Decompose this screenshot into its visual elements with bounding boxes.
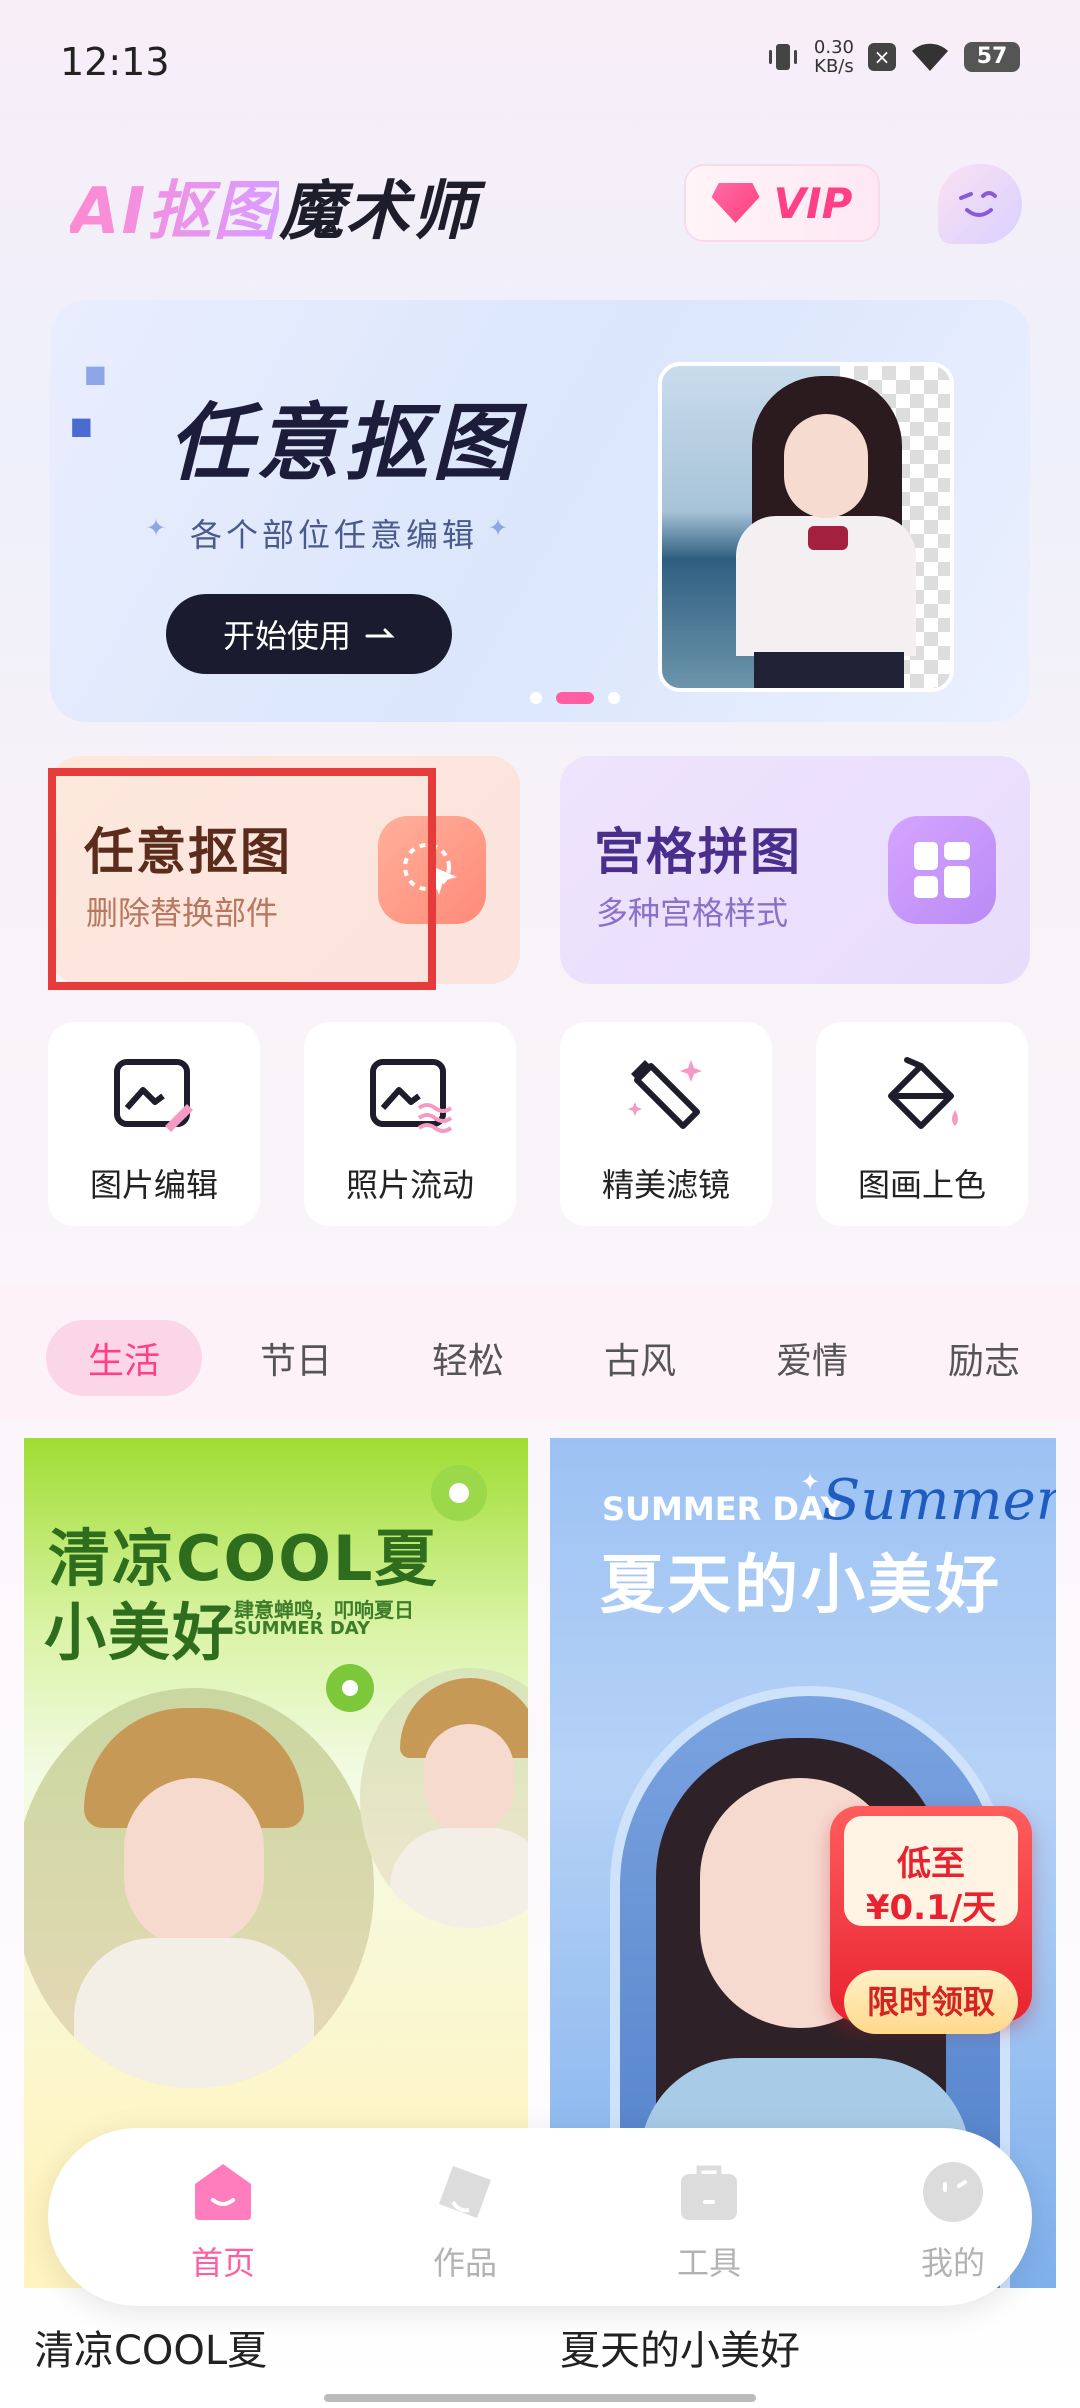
tool-photo-flow[interactable]: 照片流动 [304,1022,516,1226]
flower-icon [326,1664,374,1712]
toolbox-icon [681,2165,737,2220]
tab-life[interactable]: 生活 [46,1320,202,1396]
sparkle-icon: ■ [84,360,107,388]
template-caption: 清凉COOL夏 [34,2328,268,2374]
grid-collage-icon [888,816,996,924]
status-bar: 12:13 0.30 KB/s × 57 [0,0,1080,120]
promo-coupon[interactable]: 低至 ¥0.1/天 限时领取 [830,1806,1032,2056]
tool-filter[interactable]: 精美滤镜 [560,1022,772,1226]
tool-label: 照片流动 [345,1166,474,1204]
start-button[interactable]: 开始使用 [166,594,452,674]
banner-photo [658,362,954,692]
page-dot [608,692,620,704]
app-title-ai: AI抠图 [70,175,280,249]
tab-inspiration[interactable]: 励志 [906,1320,1062,1396]
promo-price: ¥0.1/天 [865,1888,997,1928]
battery-icon: 57 [964,42,1020,72]
template-script-text: Summer [822,1468,1056,1533]
promo-banner[interactable]: ■ ■ 任意抠图 ✦ 各个部位任意编辑 ✦ 开始使用 [50,300,1030,722]
nav-label: 工具 [676,2244,741,2282]
nav-works[interactable]: 作品 [390,2160,540,2282]
nav-label: 我的 [920,2244,985,2282]
wink-face-icon [959,191,997,217]
works-icon [439,2166,491,2218]
tab-festival[interactable]: 节日 [218,1320,374,1396]
paint-bucket-icon [888,1057,958,1129]
photo-figure-skirt [754,652,904,688]
home-indicator[interactable] [324,2394,756,2402]
tab-love[interactable]: 爱情 [734,1320,890,1396]
sparkle-icon: ✦ [146,514,167,542]
status-time: 12:13 [60,40,170,84]
feature-card-grid-collage[interactable]: 宫格拼图 多种宫格样式 [560,756,1030,984]
feature-card-title: 宫格拼图 [594,823,802,881]
nav-tools[interactable]: 工具 [634,2160,784,2282]
page-dot-active [556,692,594,704]
tab-relaxed[interactable]: 轻松 [390,1320,546,1396]
arrow-right-icon [365,628,395,638]
bottom-nav: 首页 作品 工具 我的 [48,2128,1032,2306]
nav-label: 作品 [432,2244,497,2282]
tool-image-edit[interactable]: 图片编辑 [48,1022,260,1226]
sparkle-icon: ✦ [800,1468,821,1496]
page-dot [530,692,542,704]
photo-figure-face [784,414,868,518]
filter-wand-icon [628,1060,702,1129]
profile-icon [923,2162,983,2222]
banner-title: 任意抠图 [168,394,521,492]
template-headline-2: 小美好 [44,1596,237,1669]
promo-price-panel: 低至 ¥0.1/天 [844,1816,1018,1928]
photo-figure-bow [808,526,848,550]
diamond-icon [711,183,760,223]
start-button-label: 开始使用 [222,617,351,655]
no-sim-icon: × [868,43,896,71]
template-photo-circle [24,1688,374,2088]
vip-label: VIP [773,178,853,228]
image-edit-icon [114,1059,193,1132]
template-headline: 夏天的小美好 [600,1549,1002,1623]
banner-page-indicator [530,692,620,704]
home-icon [195,2164,251,2220]
vibrate-icon [768,44,797,70]
tool-label: 精美滤镜 [601,1166,730,1204]
sparkle-icon: ✦ [488,514,509,542]
sparkle-icon: ■ [70,412,93,440]
selection-highlight [48,768,436,990]
net-speed-value: 0.30 [813,37,854,58]
app-title-rest: 魔术师 [279,175,478,249]
status-icons: 0.30 KB/s × 57 [766,38,1020,76]
tool-label: 图片编辑 [89,1166,218,1204]
network-speed: 0.30 KB/s [814,38,854,76]
template-caption: 夏天的小美好 [560,2328,800,2374]
tool-label: 图画上色 [857,1166,986,1204]
nav-profile[interactable]: 我的 [878,2160,1028,2282]
template-photo-circle-small [360,1668,528,1928]
flower-icon [431,1465,487,1521]
category-tabs: 生活 节日 轻松 古风 爱情 励志 [0,1282,1080,1420]
template-tagline-en: SUMMER DAY [234,1618,371,1639]
nav-label: 首页 [190,2244,255,2282]
promo-line-1: 低至 [897,1844,965,1884]
feature-card-subtitle: 多种宫格样式 [596,894,789,932]
tool-colorize[interactable]: 图画上色 [816,1022,1028,1226]
tab-ancient-style[interactable]: 古风 [562,1320,718,1396]
assistant-chat-icon[interactable] [938,164,1022,244]
photo-flow-icon [370,1059,453,1133]
nav-home[interactable]: 首页 [148,2160,298,2282]
banner-subtitle: 各个部位任意编辑 [190,516,479,554]
promo-claim-button[interactable]: 限时领取 [844,1970,1018,2034]
app-title: AI抠图魔术师 [70,160,477,252]
vip-button[interactable]: VIP [684,164,880,242]
net-speed-unit: KB/s [814,56,854,77]
wifi-icon [912,43,948,71]
